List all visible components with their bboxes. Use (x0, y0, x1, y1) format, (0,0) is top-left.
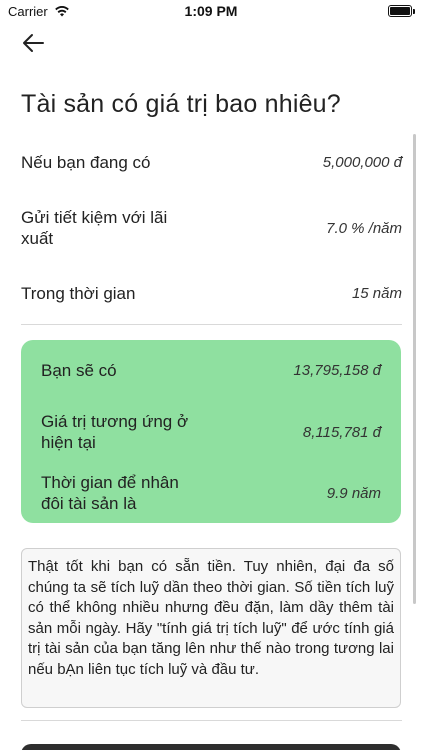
page-title: Tài sản có giá trị bao nhiêu? (21, 90, 341, 118)
future-value-row: Bạn sẽ có 13,795,158 đ (41, 360, 381, 381)
present-value-label: Giá trị tương ứng ở hiện tại (41, 412, 189, 452)
present-value-row: Giá trị tương ứng ở hiện tại 8,115,781 đ (41, 411, 381, 453)
interest-rate-row[interactable]: Gửi tiết kiệm với lãi xuất 7.0 % /năm (21, 207, 402, 249)
scroll-indicator[interactable] (413, 134, 416, 604)
duration-row[interactable]: Trong thời gian 15 năm (21, 283, 402, 304)
future-value-value: 13,795,158 đ (293, 362, 381, 379)
doubling-time-label: Thời gian để nhân đôi tài sản là (41, 473, 179, 513)
info-text: Thật tốt khi bạn có sẵn tiền. Tuy nhiên,… (28, 558, 394, 678)
divider (21, 324, 402, 325)
duration-value[interactable]: 15 năm (352, 285, 402, 302)
duration-label: Trong thời gian (21, 284, 136, 303)
interest-rate-label: Gửi tiết kiệm với lãi xuất (21, 208, 168, 248)
principal-label: Nếu bạn đang có (21, 153, 151, 172)
battery-icon (388, 5, 415, 17)
doubling-time-row: Thời gian để nhân đôi tài sản là 9.9 năm (41, 472, 381, 514)
principal-row[interactable]: Nếu bạn đang có 5,000,000 đ (21, 152, 402, 173)
back-button[interactable] (18, 30, 48, 56)
doubling-time-value: 9.9 năm (326, 484, 381, 502)
future-value-label: Bạn sẽ có (41, 361, 117, 380)
status-bar: Carrier 1:09 PM (0, 0, 422, 24)
divider (21, 720, 402, 721)
principal-value[interactable]: 5,000,000 đ (323, 154, 402, 171)
arrow-left-icon (23, 34, 44, 52)
bottom-action-button[interactable] (21, 744, 401, 750)
interest-rate-value[interactable]: 7.0 % /năm (326, 220, 402, 237)
present-value-value: 8,115,781 đ (302, 423, 381, 441)
info-box: Thật tốt khi bạn có sẵn tiền. Tuy nhiên,… (21, 548, 401, 708)
status-time: 1:09 PM (184, 3, 238, 19)
results-card: Bạn sẽ có 13,795,158 đ Giá trị tương ứng… (21, 340, 401, 523)
